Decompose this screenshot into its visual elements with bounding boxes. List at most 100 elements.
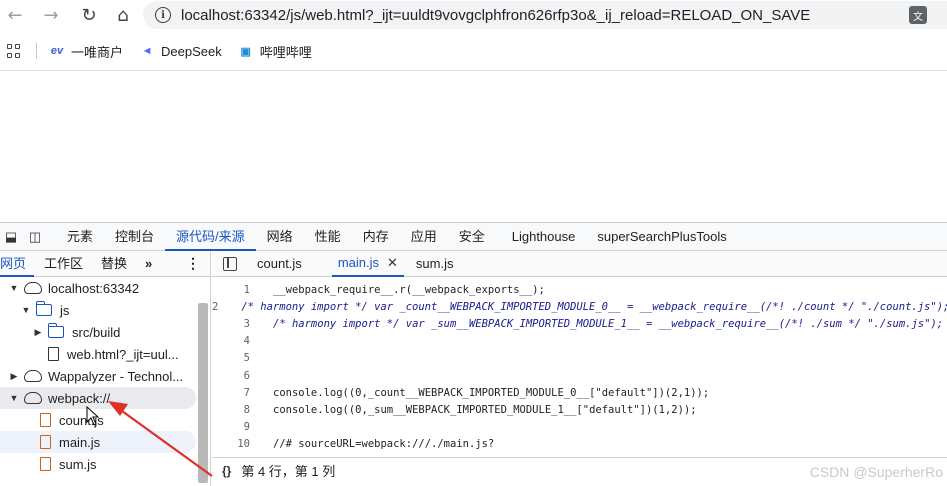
bookmark-item[interactable]: ev 一唯商户 xyxy=(49,42,123,61)
code-line: 9 xyxy=(212,419,947,436)
tab-lighthouse[interactable]: Lighthouse xyxy=(496,223,587,251)
line-text: /* harmony import */ var _count__WEBPACK… xyxy=(241,300,947,313)
bookmark-label: 一唯商户 xyxy=(71,44,124,60)
pretty-print-icon[interactable]: {} xyxy=(222,464,231,478)
cursor-position: 第 4 行，第 1 列 xyxy=(241,464,336,479)
apps-grid-icon[interactable] xyxy=(7,44,21,58)
inspect-element-icon[interactable]: ⬓ xyxy=(0,226,22,248)
editor-file-tabs: count.js main.js ✕ sum.js xyxy=(212,251,947,277)
tree-item-main-js[interactable]: main.js xyxy=(0,431,196,453)
code-line: 8 console.log((0,_sum__WEBPACK_IMPORTED_M… xyxy=(212,401,947,418)
site-info-icon[interactable]: i xyxy=(155,7,171,23)
line-text: //# sourceURL=webpack:///./main.js? xyxy=(273,438,495,451)
tab-console[interactable]: 控制台 xyxy=(104,223,165,251)
tab-network[interactable]: 网络 xyxy=(256,223,304,251)
tree-item-js-folder[interactable]: ▼ js xyxy=(0,299,196,321)
tab-sources[interactable]: 源代码/来源 xyxy=(165,223,256,251)
address-bar[interactable]: i localhost:63342/js/web.html?_ijt=uuldt… xyxy=(143,1,947,29)
code-line: 1 __webpack_require__.r(__webpack_exports… xyxy=(212,281,947,298)
devtools-tab-bar: ⬓ ◫ 元素 控制台 源代码/来源 网络 性能 内存 应用 安全 Lightho… xyxy=(0,223,947,251)
tab-security[interactable]: 安全 xyxy=(448,223,496,251)
bookmark-item[interactable]: ▣ 哔哩哔哩 xyxy=(238,42,312,61)
caret-right-icon[interactable]: ▶ xyxy=(8,371,20,382)
caret-down-icon[interactable]: ▼ xyxy=(8,393,20,403)
ev-logo-icon: ev xyxy=(50,45,64,57)
tab-performance[interactable]: 性能 xyxy=(304,223,352,251)
tree-item-wappalyzer[interactable]: ▶ Wappalyzer - Technol... xyxy=(0,365,196,387)
line-number: 4 xyxy=(243,335,250,348)
file-tab-label: count.js xyxy=(257,255,302,271)
line-text: console.log((0,_sum__WEBPACK_IMPORTED_MO… xyxy=(273,403,697,416)
bookmark-label: 哔哩哔哩 xyxy=(259,44,312,60)
code-editor: count.js main.js ✕ sum.js 1 __webpack_req… xyxy=(212,251,947,486)
line-text: __webpack_require__.r(__webpack_exports_… xyxy=(273,283,545,296)
sources-navigator: 网页 工作区 替换 » ⋮ ▼ localhost:63342 ▼ js ▶ s… xyxy=(0,251,211,486)
watermark: CSDN @SuperherRo xyxy=(809,464,943,480)
line-number: 10 xyxy=(237,438,250,451)
device-toolbar-icon[interactable]: ◫ xyxy=(24,226,46,248)
js-file-icon xyxy=(40,457,51,471)
back-button[interactable]: ← xyxy=(0,1,30,29)
line-number: 3 xyxy=(243,317,250,330)
tree-item-label: localhost:63342 xyxy=(48,280,140,296)
line-number: 7 xyxy=(243,386,250,399)
tree-item-label: web.html?_ijt=uul... xyxy=(67,346,179,362)
forward-button[interactable]: → xyxy=(36,1,66,29)
tree-item-src-build[interactable]: ▶ src/build xyxy=(0,321,196,343)
bookmark-label: DeepSeek xyxy=(161,43,222,59)
file-tab-label: sum.js xyxy=(415,255,454,271)
mouse-cursor-icon xyxy=(86,406,100,426)
tab-memory[interactable]: 内存 xyxy=(352,223,400,251)
tab-elements[interactable]: 元素 xyxy=(56,223,104,251)
line-number: 5 xyxy=(243,352,250,365)
file-tab-sum-js[interactable]: sum.js xyxy=(410,251,460,277)
url-text[interactable]: localhost:63342/js/web.html?_ijt=uuldt9v… xyxy=(181,7,810,24)
code-line: 10 //# sourceURL=webpack:///./main.js? xyxy=(212,436,947,453)
caret-right-icon[interactable]: ▶ xyxy=(32,327,44,338)
subtab-workspace[interactable]: 工作区 xyxy=(44,251,91,277)
caret-down-icon[interactable]: ▼ xyxy=(20,305,32,315)
bookmarks-bar: ev 一唯商户 ◄ DeepSeek ▣ 哔哩哔哩 xyxy=(0,38,947,64)
line-text: /* harmony import */ var _sum__WEBPACK_I… xyxy=(273,317,944,330)
tab-supersearchplustools[interactable]: superSearchPlusTools xyxy=(586,223,737,251)
tree-item-label: Wappalyzer - Technol... xyxy=(48,368,184,384)
cloud-icon xyxy=(24,282,42,294)
more-tabs-button[interactable]: » xyxy=(145,251,160,277)
tree-item-label: js xyxy=(60,302,70,318)
file-tab-count-js[interactable]: count.js xyxy=(251,251,308,277)
caret-down-icon[interactable]: ▼ xyxy=(8,283,20,293)
subtab-page[interactable]: 网页 xyxy=(0,251,35,277)
reload-button[interactable]: ↻ xyxy=(74,1,104,29)
line-text: console.log((0,_count__WEBPACK_IMPORTED_… xyxy=(273,386,710,399)
file-tree: ▼ localhost:63342 ▼ js ▶ src/build web.h… xyxy=(0,277,210,475)
tab-application[interactable]: 应用 xyxy=(400,223,448,251)
code-line: 7 console.log((0,_count__WEBPACK_IMPORTED… xyxy=(212,384,947,401)
tree-item-sum-js[interactable]: sum.js xyxy=(0,453,196,475)
code-line: 3 /* harmony import */ var _sum__WEBPACK_… xyxy=(212,315,947,332)
home-button[interactable]: ⌂ xyxy=(108,1,138,29)
navigator-subtabs: 网页 工作区 替换 » ⋮ xyxy=(0,251,210,277)
tree-item-web-html[interactable]: web.html?_ijt=uul... xyxy=(0,343,196,365)
deepseek-whale-icon: ◄ xyxy=(141,45,153,57)
code-area[interactable]: 1 __webpack_require__.r(__webpack_exports… xyxy=(212,281,947,459)
close-icon[interactable]: ✕ xyxy=(387,250,398,275)
navigator-scrollbar[interactable] xyxy=(198,303,208,483)
translate-icon[interactable]: 文 xyxy=(909,6,927,24)
code-line: 5 xyxy=(212,350,947,367)
toolbar-divider xyxy=(0,70,947,71)
tree-item-label: src/build xyxy=(72,324,121,340)
tree-item-localhost[interactable]: ▼ localhost:63342 xyxy=(0,277,196,299)
kebab-menu-icon[interactable]: ⋮ xyxy=(186,255,200,272)
line-number: 9 xyxy=(243,421,250,434)
code-line: 2 /* harmony import */ var _count__WEBPAC… xyxy=(212,298,947,315)
folder-icon xyxy=(47,323,64,338)
js-file-icon xyxy=(40,413,51,427)
file-tab-main-js[interactable]: main.js ✕ xyxy=(331,250,404,277)
bookmark-item[interactable]: ◄ DeepSeek xyxy=(139,44,222,59)
line-number: 6 xyxy=(243,369,250,382)
browser-toolbar: ← → ↻ ⌂ i localhost:63342/js/web.html?_i… xyxy=(0,0,947,30)
js-file-icon xyxy=(40,435,51,449)
subtab-overrides[interactable]: 替换 xyxy=(101,251,135,277)
cloud-icon xyxy=(24,392,42,404)
toggle-navigator-icon[interactable] xyxy=(223,256,237,271)
